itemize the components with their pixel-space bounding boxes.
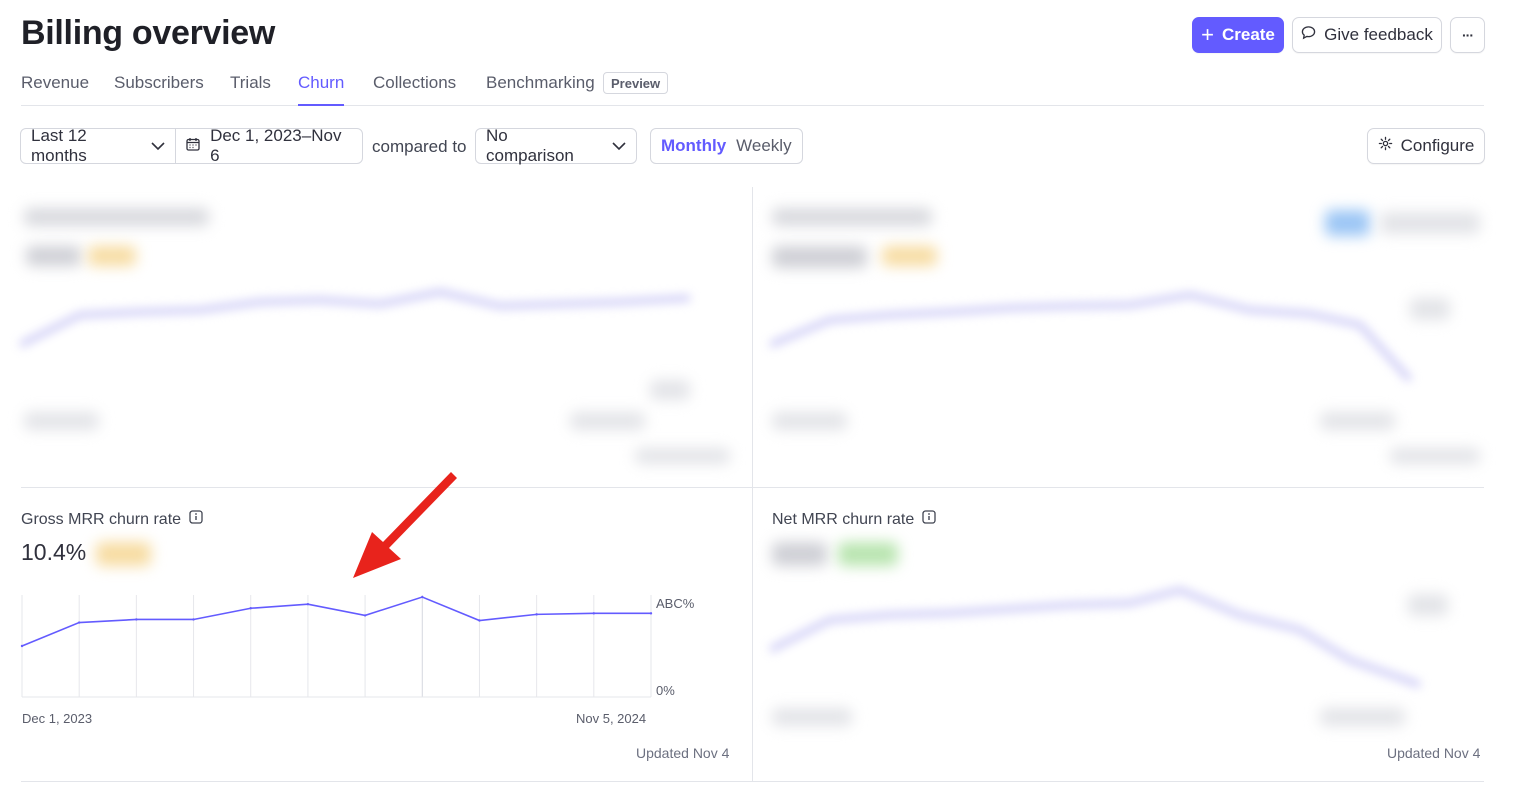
chart-series-line [21,596,651,647]
date-range-filter: Last 12 months Dec 1, 2023–Nov 6 [20,126,363,165]
grid-divider-bottom [21,781,1484,782]
calendar-icon [186,136,200,156]
create-button[interactable]: + Create [1192,17,1284,53]
date-picker[interactable]: Dec 1, 2023–Nov 6 [176,126,362,165]
give-feedback-button[interactable]: Give feedback [1292,17,1442,53]
gross-churn-title: Gross MRR churn rate [21,510,203,529]
x-axis-end-label: Nov 5, 2024 [576,711,647,726]
page-title: Billing overview [21,14,276,52]
ellipsis-icon: ··· [1462,27,1474,43]
chart-point [535,613,538,616]
tab-trials[interactable]: Trials [230,73,271,104]
tab-bar: Revenue Subscribers Trials Churn Collect… [21,70,1484,106]
preview-badge: Preview [603,72,669,94]
chart-point [135,618,138,621]
interval-weekly[interactable]: Weekly [736,136,791,156]
net-updated-text: Updated Nov 4 [1387,745,1481,761]
chart-point [306,602,310,606]
info-icon[interactable] [189,510,203,529]
grid-divider-vertical [752,187,753,782]
tab-benchmarking[interactable]: Benchmarking [486,73,595,104]
annotation-arrow-icon [353,472,457,578]
chart-point [192,618,195,621]
chevron-down-icon [151,136,165,156]
chart-point [478,619,481,622]
plus-icon: + [1201,22,1214,47]
range-select[interactable]: Last 12 months [21,126,177,165]
chart-point [20,644,24,648]
chart-point [249,607,252,610]
more-options-button[interactable]: ··· [1450,17,1485,53]
grid-divider-horizontal [21,487,1484,488]
gross-updated-text: Updated Nov 4 [636,745,730,761]
blurred-change-badge [96,542,151,566]
chart-point [649,612,653,615]
net-churn-title: Net MRR churn rate [772,510,936,529]
y-axis-top-label: ABC% [656,596,695,611]
compared-to-label: compared to [372,137,467,156]
chart-point [363,614,367,617]
speech-bubble-icon [1301,25,1316,45]
chart-point [421,595,424,599]
chevron-down-icon [612,136,626,156]
interval-toggle: Monthly Weekly [650,128,803,164]
gross-churn-value: 10.4% [21,539,87,565]
tab-collections[interactable]: Collections [373,73,456,104]
tab-revenue[interactable]: Revenue [21,73,89,104]
comparison-select[interactable]: No comparison [475,126,637,165]
gear-icon [1378,136,1393,156]
tab-subscribers[interactable]: Subscribers [114,73,204,104]
interval-monthly[interactable]: Monthly [661,136,726,156]
tab-churn[interactable]: Churn [298,73,345,106]
info-icon[interactable] [922,510,936,529]
configure-button[interactable]: Configure [1367,128,1485,164]
chart-point [592,612,596,615]
x-axis-start-label: Dec 1, 2023 [22,711,93,726]
chart-point [77,621,81,624]
y-axis-bottom-label: 0% [656,683,675,698]
